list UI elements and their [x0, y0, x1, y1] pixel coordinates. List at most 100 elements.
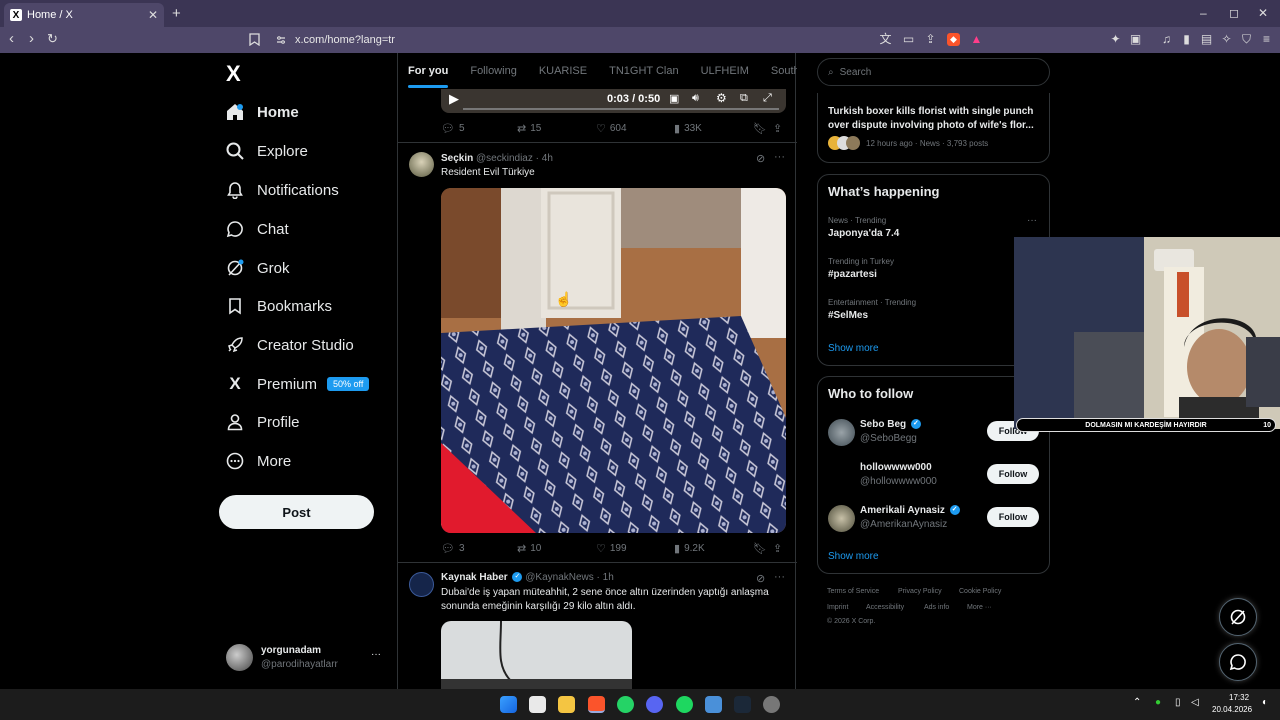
translate-icon[interactable]: 文 — [879, 33, 892, 46]
brave-shields-icon[interactable]: ◆ — [947, 33, 960, 46]
tab-following[interactable]: Following — [470, 65, 516, 77]
share-button[interactable]: ⇪ — [773, 542, 786, 555]
screenshot-icon[interactable]: ▣ — [1129, 33, 1142, 46]
nav-more[interactable]: More — [226, 446, 291, 476]
footer-privacy-link[interactable]: Privacy Policy — [898, 588, 942, 595]
trend-name[interactable]: #SelMes — [828, 310, 868, 321]
tweet-more-icon[interactable]: ··· — [774, 571, 785, 583]
nav-creator-studio[interactable]: Creator Studio — [226, 330, 354, 360]
share-button[interactable]: ⇪ — [773, 122, 786, 135]
menu-icon[interactable]: ≡ — [1260, 33, 1273, 46]
maximize-button[interactable]: ◻ — [1229, 6, 1239, 20]
grok-explain-icon[interactable]: ⊘ — [756, 572, 765, 585]
show-more-link[interactable]: Show more — [828, 551, 879, 562]
tab-close-icon[interactable]: ✕ — [148, 8, 158, 22]
microphone-icon[interactable]: ● — [1155, 697, 1161, 708]
suggested-user-name[interactable]: Amerikali Aynasiz ✓ — [860, 505, 960, 516]
media-icon[interactable]: ♫ — [1160, 33, 1173, 46]
nav-grok[interactable]: Grok — [226, 253, 290, 283]
bookmark-page-icon[interactable] — [249, 33, 260, 46]
nav-bookmarks[interactable]: Bookmarks — [226, 291, 332, 321]
leo-ai-icon[interactable]: ✧ — [1220, 33, 1233, 46]
volume-icon[interactable]: ◁ — [1191, 697, 1199, 708]
spotify-icon[interactable] — [676, 696, 693, 713]
wallet-icon[interactable]: ▤ — [1200, 33, 1213, 46]
extensions-icon[interactable]: ✦ — [1109, 33, 1122, 46]
account-switcher[interactable]: yorgunadam @parodihayatlarr ··· — [226, 643, 386, 673]
site-settings-icon[interactable] — [276, 35, 286, 45]
tab-kuarise[interactable]: KUARISE — [539, 65, 587, 77]
forward-icon[interactable]: › — [29, 31, 34, 47]
fullscreen-icon[interactable]: ⤢ — [763, 92, 772, 105]
new-tab-button[interactable]: + — [172, 5, 181, 22]
nav-explore[interactable]: Explore — [226, 136, 308, 166]
vpn-icon[interactable]: ⛉ — [1240, 33, 1253, 46]
nav-home[interactable]: Home — [226, 97, 299, 127]
views-button[interactable]: ▮ 9.2K — [674, 542, 705, 555]
wifi-icon[interactable]: ▯ — [1175, 697, 1181, 708]
tweet-video[interactable] — [441, 188, 786, 533]
search-input[interactable]: ⌕ Search — [817, 58, 1050, 86]
tweet-author[interactable]: Kaynak Haber — [441, 572, 508, 583]
repost-button[interactable]: ⇄ 15 — [517, 122, 541, 135]
video-progress-bar[interactable] — [463, 108, 779, 110]
back-icon[interactable]: ‹ — [9, 31, 14, 47]
suggested-user-name[interactable]: Sebo Beg ✓ — [860, 419, 921, 430]
x-logo[interactable]: X — [226, 61, 241, 87]
discord-icon[interactable] — [646, 696, 663, 713]
trend-more-icon[interactable]: ··· — [1027, 215, 1037, 226]
reply-button[interactable]: 💬︎ 3 — [441, 542, 465, 555]
sidebar-icon[interactable]: ▮ — [1180, 33, 1193, 46]
reload-icon[interactable]: ↻ — [47, 31, 58, 47]
footer-cookie-link[interactable]: Cookie Policy — [959, 588, 1001, 595]
show-more-link[interactable]: Show more — [828, 343, 879, 354]
settings-icon[interactable]: ⚙ — [716, 91, 727, 105]
bookmark-button[interactable]: 🔖︎ — [753, 122, 771, 135]
suggested-user-avatar[interactable] — [828, 419, 855, 446]
steam-icon[interactable] — [734, 696, 751, 713]
follow-button[interactable]: Follow — [987, 507, 1039, 527]
tweet-more-icon[interactable]: ··· — [774, 151, 785, 163]
volume-icon[interactable]: 🔊︎ — [692, 92, 699, 105]
like-button[interactable]: ♡ 604 — [596, 122, 627, 135]
footer-imprint-link[interactable]: Imprint — [827, 604, 848, 611]
start-icon[interactable] — [500, 696, 517, 713]
footer-terms-link[interactable]: Terms of Service — [827, 588, 879, 595]
nav-profile[interactable]: Profile — [226, 407, 300, 437]
repost-button[interactable]: ⇄ 10 — [517, 542, 541, 555]
nav-premium[interactable]: X Premium 50% off — [226, 369, 370, 399]
clock-time[interactable]: 17:32 — [1229, 693, 1249, 702]
clock-date[interactable]: 20.04.2026 — [1212, 705, 1252, 714]
news-card[interactable]: Turkish boxer kills florist with single … — [817, 93, 1050, 163]
trend-name[interactable]: Japonya'da 7.4 — [828, 228, 899, 239]
tab-ulfheim[interactable]: ULFHEIM — [701, 65, 749, 77]
grok-explain-icon[interactable]: ⊘ — [756, 152, 765, 165]
tweet-author[interactable]: Seçkin — [441, 153, 473, 164]
video-player[interactable]: ▶ 0:03 / 0:50 ▣ 🔊︎ ⚙ ⧉ ⤢ — [441, 89, 786, 113]
suggested-user-avatar[interactable] — [828, 505, 855, 532]
tab-south-side[interactable]: South Side — [771, 65, 797, 77]
footer-ads-link[interactable]: Ads info — [924, 604, 949, 611]
play-icon[interactable]: ▶ — [449, 91, 459, 107]
url-field[interactable]: x.com/home?lang=tr — [295, 34, 395, 46]
file-explorer-icon[interactable] — [558, 696, 575, 713]
messages-fab-button[interactable] — [1219, 643, 1257, 681]
account-more-icon[interactable]: ··· — [371, 649, 381, 660]
post-button[interactable]: Post — [219, 495, 374, 529]
tweet-avatar[interactable] — [409, 152, 434, 177]
pip-icon[interactable]: ⧉ — [740, 92, 748, 105]
window-close-button[interactable]: ✕ — [1258, 6, 1268, 20]
suggested-user-name[interactable]: hollowwww000 — [860, 462, 932, 473]
footer-accessibility-link[interactable]: Accessibility — [866, 604, 904, 611]
minimize-button[interactable]: – — [1200, 6, 1207, 20]
brave-browser-icon[interactable] — [588, 696, 605, 713]
reply-button[interactable]: 💬︎ 5 — [441, 122, 465, 135]
tab-tn1ght-clan[interactable]: TN1GHT Clan — [609, 65, 678, 77]
grok-fab-button[interactable] — [1219, 598, 1257, 636]
like-button[interactable]: ♡ 199 — [596, 542, 627, 555]
footer-more-link[interactable]: More ··· — [967, 604, 992, 611]
share-icon[interactable]: ⇪ — [924, 33, 937, 46]
views-button[interactable]: ▮ 33K — [674, 122, 702, 135]
gif-icon[interactable]: ▣ — [669, 92, 679, 105]
app-icon[interactable] — [763, 696, 780, 713]
